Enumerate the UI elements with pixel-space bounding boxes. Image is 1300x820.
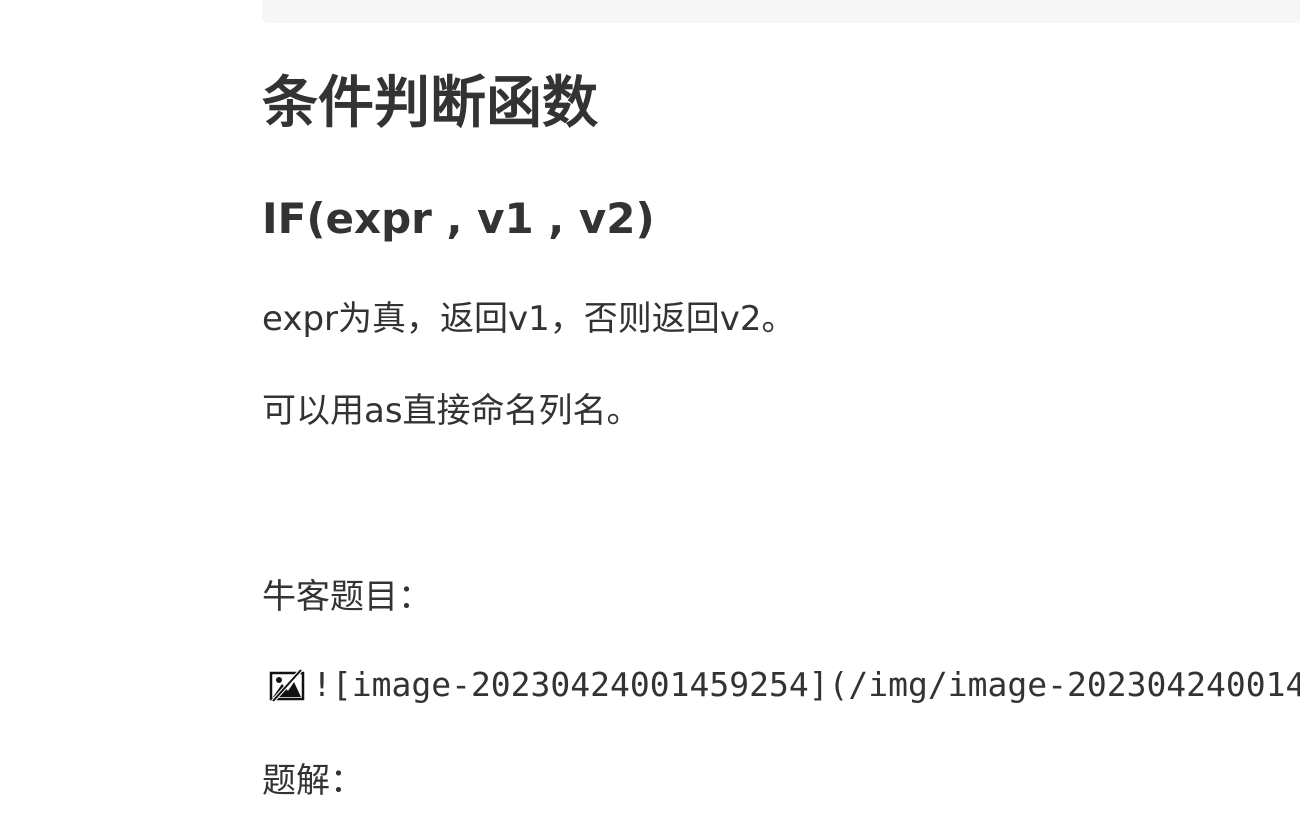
function-heading: IF(expr , v1 , v2) <box>262 194 655 243</box>
image-markdown-source: ![image-20230424001459254](/img/image-20… <box>312 665 1300 704</box>
document-page: 条件判断函数 IF(expr , v1 , v2) expr为真，返回v1，否则… <box>0 0 1300 820</box>
paragraph-description: expr为真，返回v1，否则返回v2。 <box>262 299 796 339</box>
paragraph-alias-note: 可以用as直接命名列名。 <box>262 391 641 431</box>
broken-image-link[interactable]: ![image-20230424001459254](/img/image-20… <box>268 662 1300 708</box>
paragraph-solution-label: 题解： <box>262 761 364 801</box>
section-heading: 条件判断函数 <box>262 71 598 136</box>
paragraph-problem-label: 牛客题目： <box>262 577 432 617</box>
code-block <box>262 0 1300 23</box>
broken-image-icon <box>269 668 305 703</box>
